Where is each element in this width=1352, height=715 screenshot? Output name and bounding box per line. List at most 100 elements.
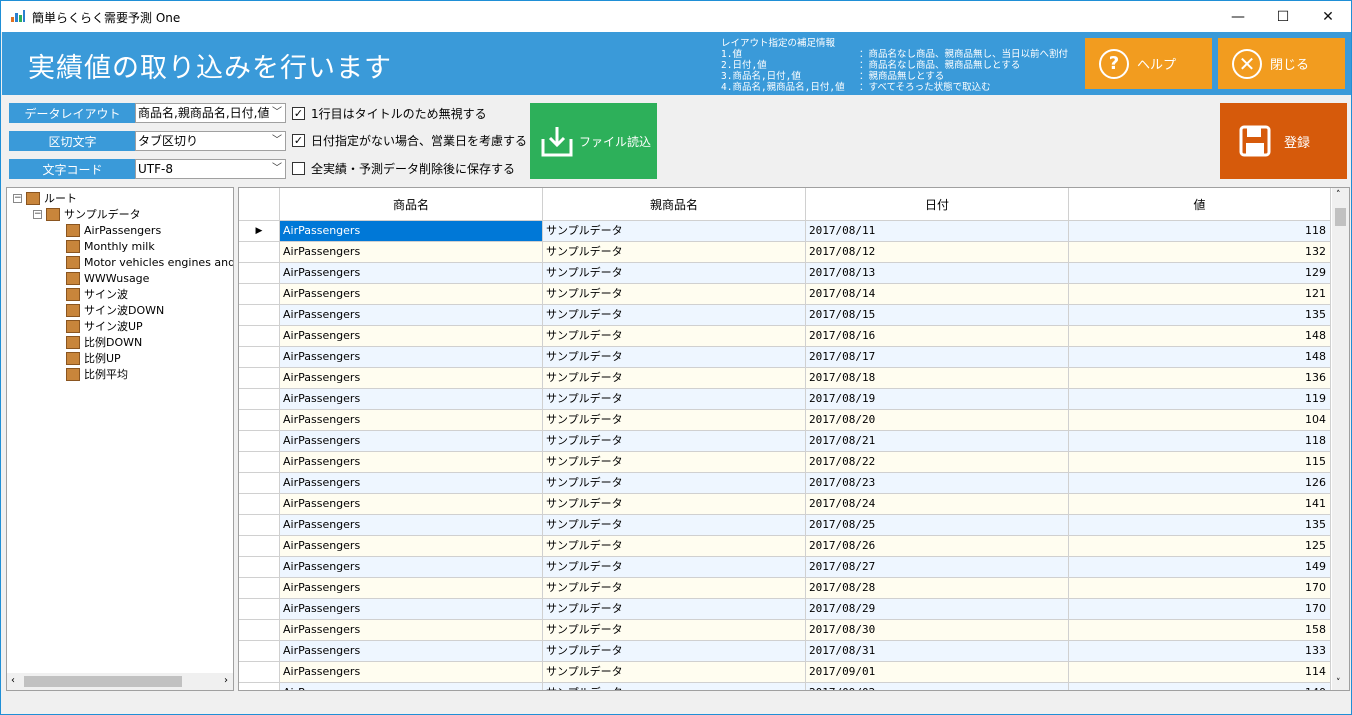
table-cell[interactable]: 2017/08/29 [806, 599, 1069, 620]
table-cell[interactable]: 132 [1069, 242, 1331, 263]
table-cell[interactable]: 136 [1069, 368, 1331, 389]
row-header[interactable] [239, 494, 280, 515]
tree-node-item[interactable]: 比例平均 [66, 366, 128, 382]
row-header[interactable] [239, 620, 280, 641]
row-header[interactable] [239, 662, 280, 683]
column-header-date[interactable]: 日付 [806, 188, 1069, 221]
scroll-right-icon[interactable]: › [224, 675, 228, 686]
table-cell[interactable]: AirPassengers [280, 284, 543, 305]
table-row[interactable]: AirPassengers サンプルデータ 2017/08/23 126 [239, 473, 1331, 494]
table-cell[interactable]: 2017/08/30 [806, 620, 1069, 641]
tree-node-item[interactable]: サイン波DOWN [66, 302, 164, 318]
table-row[interactable]: AirPassengers サンプルデータ 2017/09/01 114 [239, 662, 1331, 683]
table-cell[interactable]: AirPassengers [280, 494, 543, 515]
row-header[interactable] [239, 284, 280, 305]
collapse-toggle[interactable]: − [33, 210, 42, 219]
table-cell[interactable]: 149 [1069, 557, 1331, 578]
table-cell[interactable]: AirPassengers [280, 662, 543, 683]
table-row[interactable]: AirPassengers サンプルデータ 2017/08/19 119 [239, 389, 1331, 410]
table-cell[interactable]: AirPassengers [280, 368, 543, 389]
table-cell[interactable]: 2017/08/26 [806, 536, 1069, 557]
collapse-toggle[interactable]: − [13, 194, 22, 203]
table-cell[interactable]: 140 [1069, 683, 1331, 690]
table-cell[interactable]: AirPassengers [280, 515, 543, 536]
table-row[interactable]: AirPassengers サンプルデータ 2017/08/29 170 [239, 599, 1331, 620]
row-header[interactable] [239, 557, 280, 578]
tree-node-root[interactable]: ルート [26, 190, 77, 206]
row-header[interactable] [239, 431, 280, 452]
row-header[interactable] [239, 305, 280, 326]
tree-node-item[interactable]: サイン波 [66, 286, 128, 302]
row-header[interactable] [239, 263, 280, 284]
table-cell[interactable]: 2017/08/24 [806, 494, 1069, 515]
table-row[interactable]: AirPassengers サンプルデータ 2017/08/16 148 [239, 326, 1331, 347]
encoding-select[interactable]: UTF-8 ﹀ [135, 159, 286, 179]
table-cell[interactable]: AirPassengers [280, 431, 543, 452]
table-row[interactable]: AirPassengers サンプルデータ 2017/08/24 141 [239, 494, 1331, 515]
table-cell[interactable]: 2017/08/23 [806, 473, 1069, 494]
row-header[interactable]: ▶ [239, 221, 280, 242]
scroll-left-icon[interactable]: ‹ [11, 675, 15, 686]
delimiter-select[interactable]: タブ区切り ﹀ [135, 131, 286, 151]
table-cell[interactable]: サンプルデータ [543, 242, 806, 263]
table-cell[interactable]: AirPassengers [280, 578, 543, 599]
close-button[interactable]: ✕ 閉じる [1218, 38, 1345, 89]
table-row[interactable]: AirPassengers サンプルデータ 2017/08/22 115 [239, 452, 1331, 473]
table-cell[interactable]: 118 [1069, 221, 1331, 242]
table-cell[interactable]: サンプルデータ [543, 305, 806, 326]
table-cell[interactable]: 148 [1069, 347, 1331, 368]
business-day-checkbox[interactable]: ✓ 日付指定がない場合、営業日を考慮する [292, 132, 527, 148]
row-header[interactable] [239, 473, 280, 494]
table-cell[interactable]: 170 [1069, 578, 1331, 599]
row-header[interactable] [239, 641, 280, 662]
table-cell[interactable]: サンプルデータ [543, 641, 806, 662]
table-cell[interactable]: サンプルデータ [543, 578, 806, 599]
table-cell[interactable]: 2017/08/27 [806, 557, 1069, 578]
data-grid[interactable]: 商品名 親商品名 日付 値 ▶ AirPassengers サンプルデータ 2017/… [238, 187, 1350, 691]
table-cell[interactable]: 2017/08/15 [806, 305, 1069, 326]
row-header[interactable] [239, 389, 280, 410]
table-cell[interactable]: 115 [1069, 452, 1331, 473]
table-cell[interactable]: 135 [1069, 305, 1331, 326]
table-row[interactable]: AirPassengers サンプルデータ 2017/08/12 132 [239, 242, 1331, 263]
table-cell[interactable]: サンプルデータ [543, 221, 806, 242]
table-cell[interactable]: 2017/08/22 [806, 452, 1069, 473]
table-cell[interactable]: 2017/08/19 [806, 389, 1069, 410]
table-cell[interactable]: サンプルデータ [543, 515, 806, 536]
minimize-button[interactable]: — [1215, 1, 1261, 32]
table-cell[interactable]: 104 [1069, 410, 1331, 431]
table-row[interactable]: AirPassengers サンプルデータ 2017/08/26 125 [239, 536, 1331, 557]
checkbox-box[interactable]: ✓ [292, 106, 305, 120]
column-header-parent[interactable]: 親商品名 [543, 188, 806, 221]
table-cell[interactable]: AirPassengers [280, 473, 543, 494]
table-cell[interactable]: 129 [1069, 263, 1331, 284]
row-header[interactable] [239, 536, 280, 557]
table-cell[interactable]: サンプルデータ [543, 431, 806, 452]
table-cell[interactable]: AirPassengers [280, 641, 543, 662]
register-button[interactable]: 登録 [1220, 103, 1347, 179]
table-row[interactable]: AirPassengers サンプルデータ 2017/08/15 135 [239, 305, 1331, 326]
table-cell[interactable]: 119 [1069, 389, 1331, 410]
tree-node-item[interactable]: サイン波UP [66, 318, 143, 334]
table-cell[interactable]: 133 [1069, 641, 1331, 662]
scroll-down-icon[interactable]: ˅ [1336, 678, 1341, 688]
table-row[interactable]: ▶ AirPassengers サンプルデータ 2017/08/11 118 [239, 221, 1331, 242]
table-cell[interactable]: サンプルデータ [543, 536, 806, 557]
row-header[interactable] [239, 578, 280, 599]
table-cell[interactable]: AirPassengers [280, 557, 543, 578]
table-cell[interactable]: 2017/09/02 [806, 683, 1069, 690]
table-cell[interactable]: 2017/08/18 [806, 368, 1069, 389]
table-cell[interactable]: サンプルデータ [543, 263, 806, 284]
row-header[interactable] [239, 599, 280, 620]
table-cell[interactable]: AirPassengers [280, 221, 543, 242]
table-cell[interactable]: サンプルデータ [543, 494, 806, 515]
table-cell[interactable]: サンプルデータ [543, 620, 806, 641]
tree-node-item[interactable]: WWWusage [66, 270, 149, 286]
table-row[interactable]: AirPassengers サンプルデータ 2017/08/30 158 [239, 620, 1331, 641]
tree-node-item[interactable]: 比例UP [66, 350, 121, 366]
table-cell[interactable]: 2017/08/21 [806, 431, 1069, 452]
table-cell[interactable]: サンプルデータ [543, 452, 806, 473]
table-cell[interactable]: サンプルデータ [543, 683, 806, 690]
scroll-thumb[interactable] [24, 676, 182, 687]
checkbox-box[interactable] [292, 161, 305, 175]
